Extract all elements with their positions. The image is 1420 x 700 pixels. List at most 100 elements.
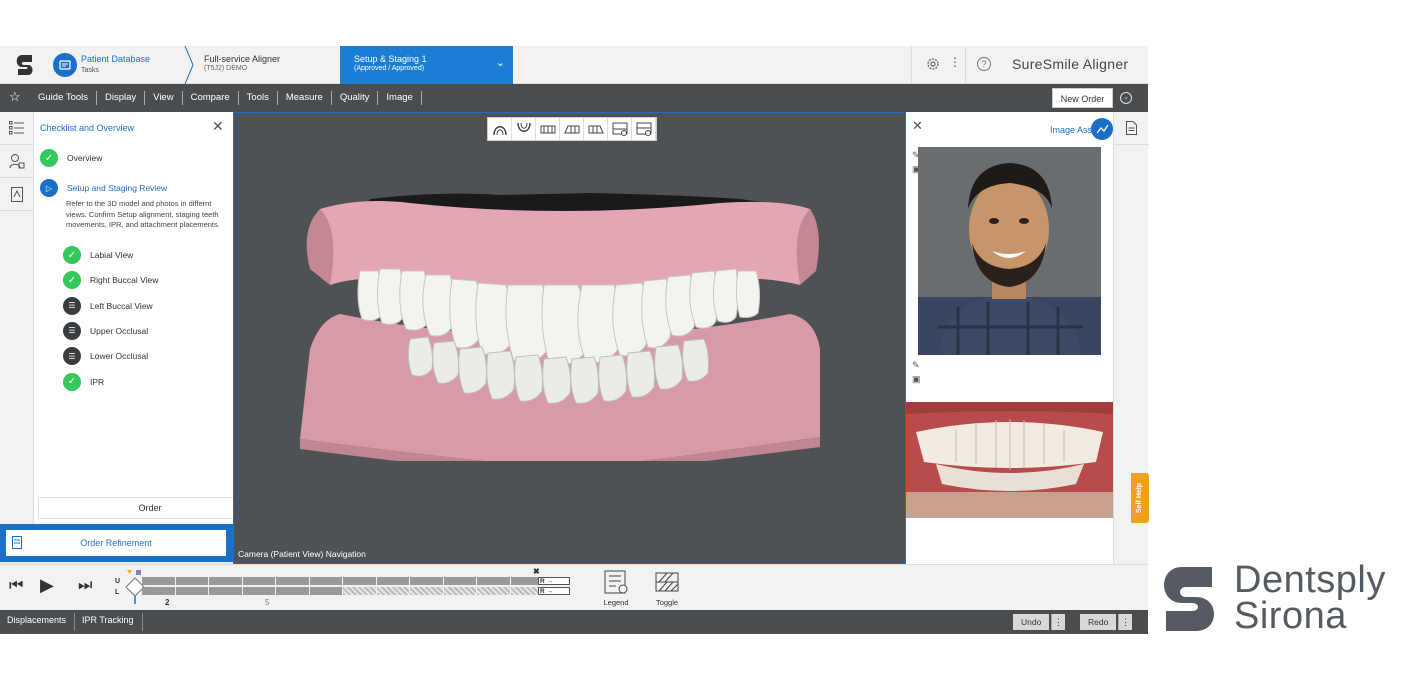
image-icon[interactable]: ▣ [912, 374, 921, 385]
checklist-step[interactable]: ☰ Left Buccal View [63, 296, 153, 315]
menu-item[interactable]: Measure [278, 91, 332, 105]
breadcrumb-title: Patient Database [81, 54, 151, 64]
checklist-step-label: Labial View [90, 250, 134, 260]
help-icon[interactable]: ? [977, 57, 991, 71]
stage-segment[interactable] [410, 577, 443, 585]
upper-occlusal-view-icon[interactable] [608, 118, 632, 140]
upper-arch-label: U [115, 578, 121, 585]
toggle-hatch-icon [655, 572, 679, 592]
checklist-icon[interactable] [0, 112, 34, 145]
dental-3d-model[interactable] [300, 189, 826, 461]
stage-segment[interactable] [477, 587, 510, 595]
document-ruler-icon[interactable] [0, 178, 34, 211]
gear-icon[interactable] [925, 56, 941, 72]
3d-viewport[interactable]: Camera (Patient View) Navigation [233, 112, 906, 564]
lower-stage-track[interactable] [142, 587, 543, 595]
breadcrumb-separator-icon [184, 46, 194, 84]
menu-item[interactable]: Image [378, 91, 422, 105]
stage-segment[interactable] [276, 577, 309, 585]
checklist-step[interactable]: ✓ IPR [63, 372, 104, 391]
new-order-button[interactable]: New Order [1052, 88, 1113, 108]
displacements-tab[interactable]: Displacements [7, 615, 66, 625]
close-icon[interactable]: ✕ [212, 118, 224, 135]
play-icon[interactable]: ▶ [40, 575, 54, 596]
stage-segment[interactable] [376, 577, 409, 585]
lower-arch-view-icon[interactable] [512, 118, 536, 140]
upper-stage-track[interactable] [142, 577, 543, 585]
menu-item[interactable]: Compare [183, 91, 239, 105]
chevron-down-icon[interactable]: ⌄ [496, 58, 505, 69]
close-track-icon[interactable]: ✖ [533, 567, 540, 576]
legend-button[interactable]: Legend [596, 570, 636, 607]
lower-occlusal-view-icon[interactable] [632, 118, 656, 140]
front-view-icon[interactable] [536, 118, 560, 140]
checklist-step[interactable]: ✓ Right Buccal View [63, 271, 158, 290]
stage-segment[interactable] [376, 587, 409, 595]
checklist-step[interactable]: ✓ Labial View [63, 246, 133, 264]
skip-back-icon[interactable]: ⏮ [9, 577, 23, 595]
stage-segment[interactable] [175, 577, 208, 585]
breadcrumb-full-service-aligner[interactable]: Full-service Aligner (T5J2) DEMO [204, 54, 280, 74]
patient-profile-icon[interactable] [0, 145, 34, 178]
menu-item[interactable]: View [145, 91, 183, 105]
order-button[interactable]: Order [38, 497, 262, 519]
checklist-step-label: Left Buccal View [90, 300, 153, 311]
left-view-icon[interactable] [584, 118, 608, 140]
breadcrumb-subtitle: (Approved / Approved) [354, 65, 425, 72]
app-window: Patient Database Tasks Full-service Alig… [0, 46, 1149, 634]
stage-segment[interactable] [142, 587, 175, 595]
patient-face-photo[interactable] [918, 147, 1101, 355]
stage-segment[interactable] [343, 577, 376, 585]
stage-segment[interactable] [309, 577, 342, 585]
stage-segment[interactable] [209, 577, 242, 585]
stage-segment[interactable] [477, 577, 510, 585]
menu-item[interactable]: Display [97, 91, 146, 105]
stage-segment[interactable] [443, 577, 476, 585]
menu-item[interactable]: Quality [332, 91, 379, 105]
stage-segment[interactable] [410, 587, 443, 595]
menu-item[interactable]: Tools [239, 91, 278, 105]
stage-segment[interactable] [175, 587, 208, 595]
ipr-tracking-tab[interactable]: IPR Tracking [82, 615, 134, 625]
image-assets-chart-icon[interactable] [1091, 118, 1113, 140]
breadcrumb-patient-database[interactable]: Patient Database Tasks [50, 46, 186, 84]
right-view-icon[interactable] [560, 118, 584, 140]
stage-segment[interactable] [443, 587, 476, 595]
self-help-tab[interactable]: Self Help [1131, 473, 1149, 523]
checklist-item-setup-review[interactable]: ▷ Setup and Staging Review [40, 179, 167, 197]
stage-segment[interactable] [209, 587, 242, 595]
stage-segment[interactable] [309, 587, 342, 595]
menu-item[interactable]: Guide Tools [30, 91, 97, 105]
right-rail: Self Help [1113, 112, 1149, 564]
breadcrumb-setup-staging[interactable]: Setup & Staging 1 (Approved / Approved) … [340, 46, 513, 84]
intraoral-smile-photo[interactable] [906, 402, 1113, 518]
stage-segment[interactable] [343, 587, 376, 595]
chevron-down-circle-icon[interactable]: ⌄ [1120, 92, 1132, 104]
order-refinement-bar: Order Refinement [0, 524, 233, 562]
redo-menu-icon[interactable]: ⋮ [1118, 614, 1132, 630]
skip-forward-icon[interactable]: ⏭ [78, 577, 92, 595]
breadcrumb-title: Full-service Aligner [204, 54, 281, 64]
stage-segment[interactable] [142, 577, 175, 585]
settings-menu-icon[interactable]: ⋮ [949, 55, 961, 69]
undo-button[interactable]: Undo [1013, 614, 1050, 630]
stage-segment[interactable] [276, 587, 309, 595]
stage-segment[interactable] [242, 587, 275, 595]
checklist-item-overview[interactable]: ✓ Overview [40, 149, 102, 167]
panel-title: Checklist and Overview [40, 123, 135, 133]
favorites-star-icon[interactable]: ☆ [9, 89, 21, 105]
pencil-icon[interactable]: ✎ [912, 360, 920, 371]
document-icon[interactable] [1114, 112, 1149, 145]
checklist-step[interactable]: ☰ Upper Occlusal [63, 321, 148, 340]
breadcrumb-subtitle: Tasks [81, 67, 99, 74]
checklist-step[interactable]: ☰ Lower Occlusal [63, 347, 148, 366]
suresmile-logo-icon[interactable] [14, 53, 36, 77]
order-refinement-button[interactable]: Order Refinement [6, 530, 226, 556]
undo-menu-icon[interactable]: ⋮ [1051, 614, 1065, 630]
close-icon[interactable]: ✕ [912, 118, 923, 134]
upper-arch-view-icon[interactable] [488, 118, 512, 140]
stage-segment[interactable] [242, 577, 275, 585]
redo-button[interactable]: Redo [1080, 614, 1117, 630]
brand-line2: Sirona [1234, 595, 1347, 637]
toggle-button[interactable]: Toggle [647, 570, 687, 607]
